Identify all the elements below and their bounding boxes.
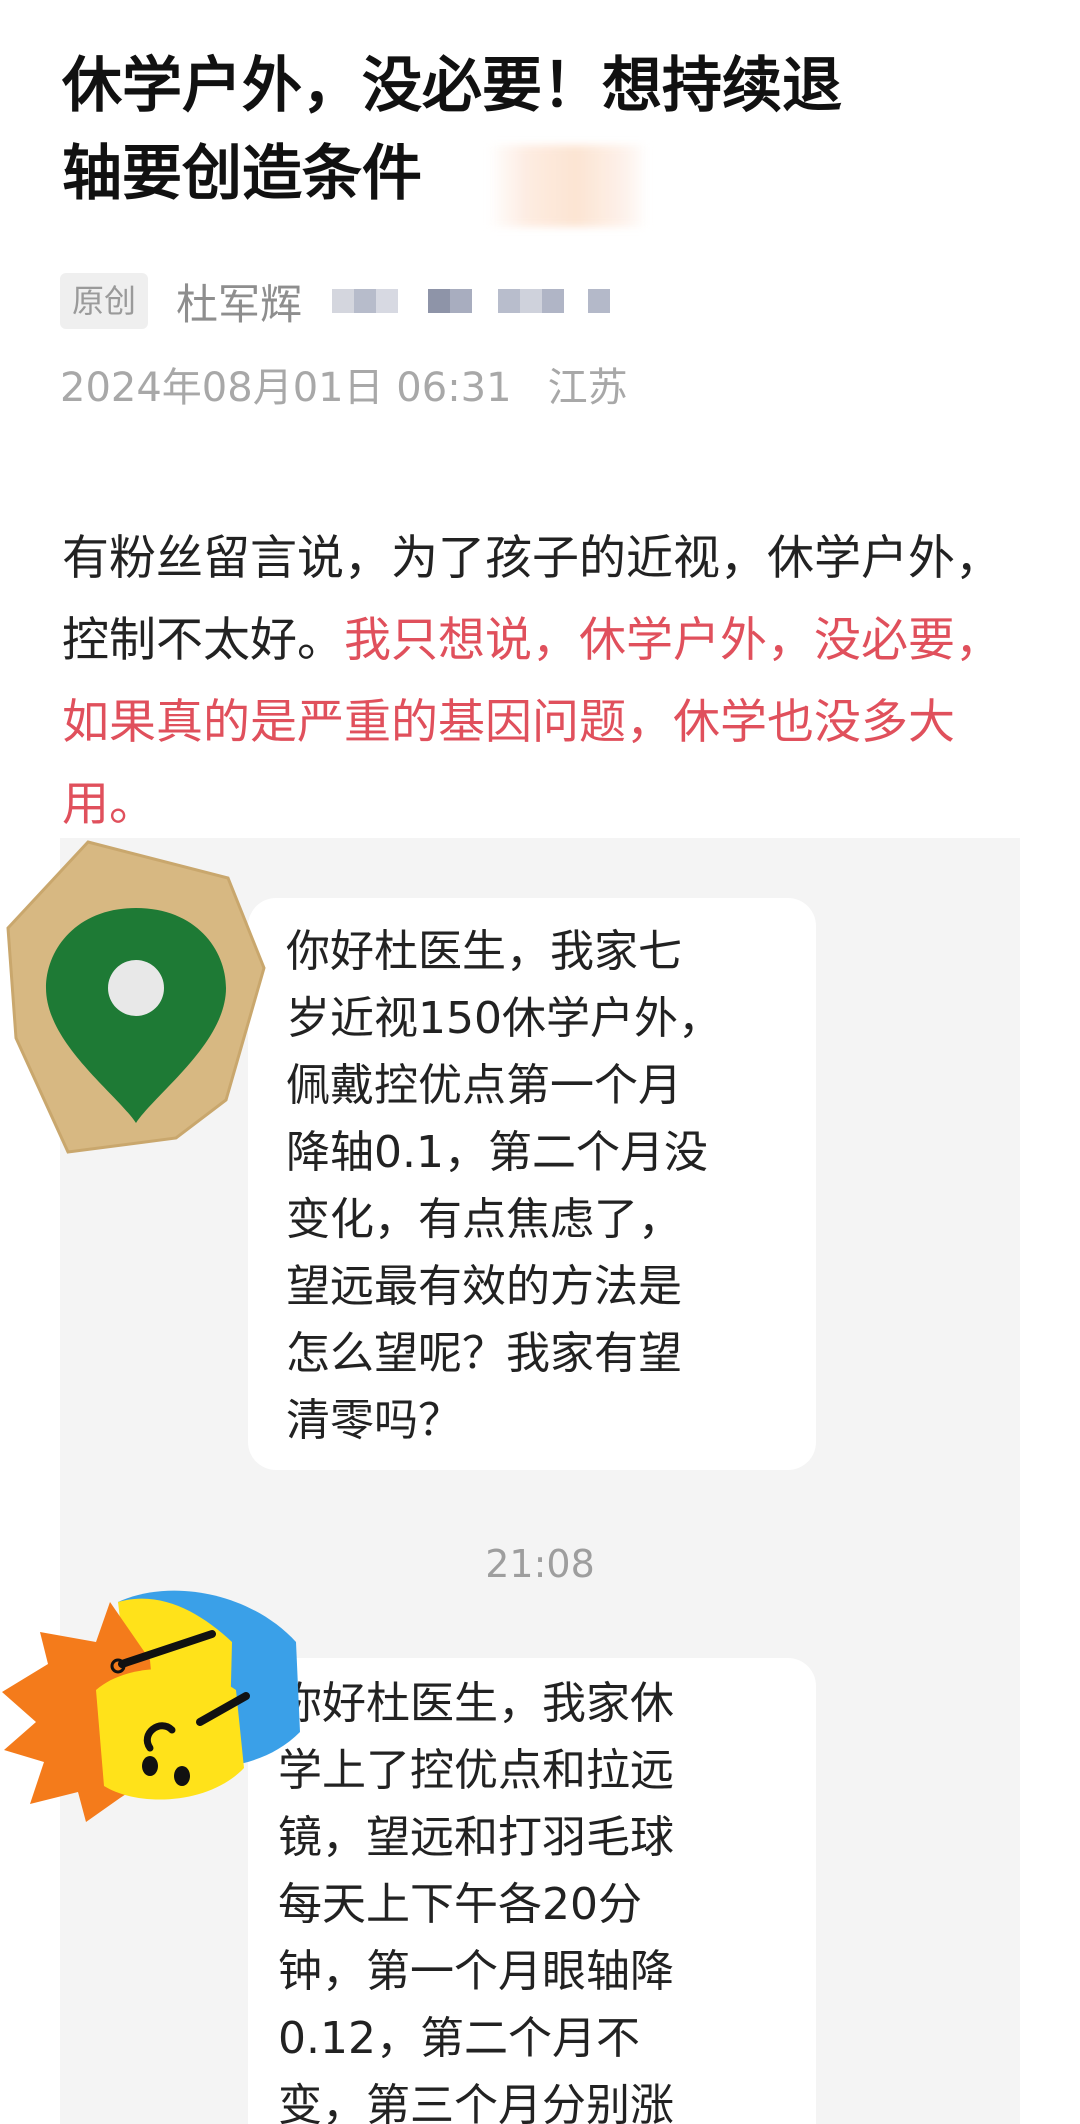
pin-hole <box>108 960 164 1016</box>
article-title-line1: 休学户外，没必要！想持续退 <box>62 51 842 121</box>
chat-bubble-1: 你好杜医生，我家七 岁近视150休学户外， 佩戴控优点第一个月 降轴0.1，第二… <box>248 898 816 1470</box>
emoji-face-sticker <box>2 1590 300 1822</box>
chat-line: 学上了控优点和拉远 <box>278 1745 674 1796</box>
face-eye-left <box>142 1756 158 1776</box>
chat-line: 岁近视150休学户外， <box>286 993 722 1044</box>
chat-line: 你好杜医生，我家休 <box>278 1678 674 1729</box>
chat-line: 变，第三个月分别涨 <box>278 2080 674 2124</box>
chat-line: 钟，第一个月眼轴降 <box>278 1946 674 1997</box>
chat-line: 怎么望呢？我家有望 <box>286 1328 682 1379</box>
article-datetime-row: 2024年08月01日 06:31 江苏 <box>60 360 628 416</box>
chat-line: 变化，有点焦虑了， <box>286 1194 682 1245</box>
chat-line: 佩戴控优点第一个月 <box>286 1060 682 1111</box>
location-pin-sticker <box>6 840 266 1154</box>
chat-line: 你好杜医生，我家七 <box>286 926 682 977</box>
article-page: 休学户外，没必要！想持续退 轴要创造条件 原创 杜军辉 2024年08月01日 … <box>0 0 1080 2124</box>
chat-line: 镜，望远和打羽毛球 <box>278 1812 674 1863</box>
face-eye-right <box>174 1766 190 1786</box>
article-meta: 原创 杜军辉 <box>60 271 611 332</box>
article-paragraph: 有粉丝留言说，为了孩子的近视，休学户外，控制不太好。我只想说，休学户外，没必要，… <box>62 518 1022 846</box>
chat-line: 望远最有效的方法是 <box>286 1261 682 1312</box>
face-yellow-front <box>96 1668 244 1800</box>
author-name[interactable]: 杜军辉 <box>176 271 302 332</box>
publish-location: 江苏 <box>547 365 628 411</box>
account-name-mosaic <box>332 281 611 321</box>
title-emoji-blurred <box>488 145 648 227</box>
chat-line: 每天上下午各20分 <box>278 1879 642 1930</box>
chat-line: 0.12，第二个月不 <box>278 2013 640 2064</box>
publish-date: 2024年08月01日 06:31 <box>60 365 512 411</box>
original-badge: 原创 <box>60 273 149 329</box>
chat-bubble-2: 你好杜医生，我家休 学上了控优点和拉远 镜，望远和打羽毛球 每天上下午各20分 … <box>248 1658 816 2124</box>
chat-line: 清零吗？ <box>286 1395 462 1446</box>
chat-line: 降轴0.1，第二个月没 <box>286 1127 708 1178</box>
